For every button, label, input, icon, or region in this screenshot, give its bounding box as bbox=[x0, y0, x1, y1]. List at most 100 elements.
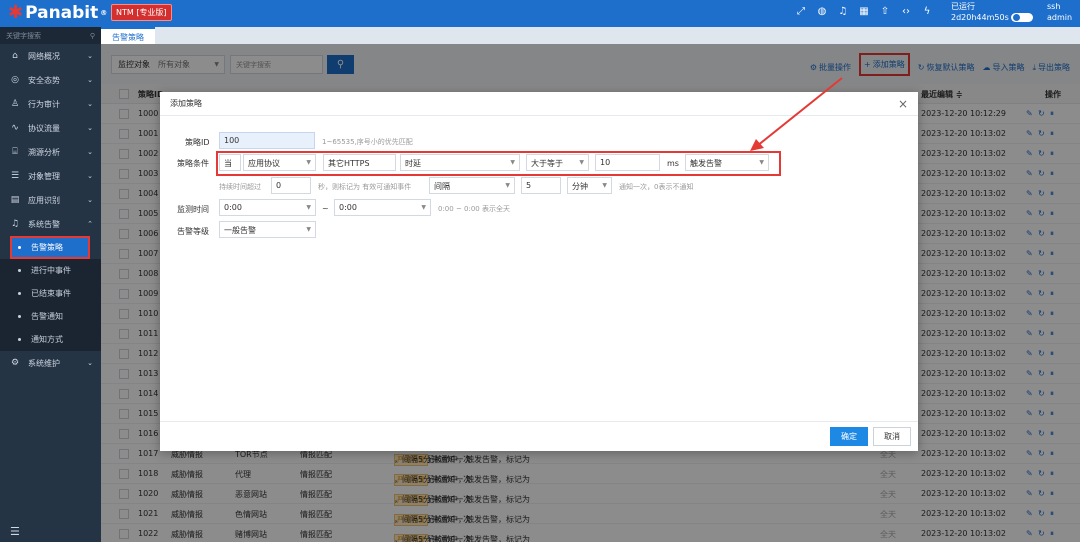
sidebar-search-input[interactable]: 关键字搜索 bbox=[6, 31, 41, 41]
home-icon: ⌂ bbox=[12, 51, 18, 61]
sidebar-item-label: 网络概况 bbox=[28, 51, 60, 61]
chevron-down-icon: ⌄ bbox=[87, 76, 93, 84]
close-icon[interactable]: × bbox=[898, 92, 908, 116]
sidebar-item-traffic[interactable]: ∿ 协议流量 ⌄ bbox=[0, 116, 101, 140]
sidebar-item-label: 系统告警 bbox=[28, 219, 60, 229]
policy-id-hint: 1~65535,序号小的优先匹配 bbox=[322, 138, 413, 146]
logo-star-icon: ✱ bbox=[8, 2, 24, 23]
bell-icon[interactable]: ♫ bbox=[837, 6, 849, 17]
bullet-icon bbox=[18, 315, 21, 318]
cancel-button[interactable]: 取消 bbox=[873, 427, 911, 446]
sidebar-subitem-notices[interactable]: 告警通知 bbox=[0, 305, 101, 328]
sidebar-subitem-label: 进行中事件 bbox=[31, 266, 71, 275]
tab-alert-policy[interactable]: 告警策略 bbox=[101, 27, 155, 44]
sidebar-item-label: 应用识别 bbox=[28, 195, 60, 205]
interval-mode-select[interactable]: 间隔 ▼ bbox=[429, 177, 515, 194]
condition-type-select[interactable]: 应用协议 ▼ bbox=[243, 154, 316, 171]
code-icon[interactable]: ‹› bbox=[900, 6, 912, 17]
chevron-down-icon: ⌄ bbox=[87, 196, 93, 204]
caret-down-icon: ▼ bbox=[579, 159, 584, 166]
search-icon[interactable]: ⚲ bbox=[90, 32, 95, 40]
sidebar-subitem-label: 已结束事件 bbox=[31, 289, 71, 298]
condition-action-select[interactable]: 触发告警 ▼ bbox=[685, 154, 769, 171]
app-logo[interactable]: ✱ Panabit ® bbox=[8, 2, 107, 23]
policy-id-label: 策略ID bbox=[185, 138, 210, 147]
caret-down-icon: ▼ bbox=[602, 182, 607, 189]
sidebar-item-overview[interactable]: ⌂ 网络概况 ⌄ bbox=[0, 44, 101, 68]
monitor-time-hint: 0:00 ~ 0:00 表示全天 bbox=[438, 205, 510, 213]
chevron-down-icon: ⌄ bbox=[87, 148, 93, 156]
sidebar-subitem-label: 通知方式 bbox=[31, 335, 63, 344]
tab-bar: 告警策略 bbox=[101, 27, 1080, 44]
sidebar-item-maintenance[interactable]: ⚙ 系统维护 ⌄ bbox=[0, 351, 101, 375]
condition-action-value: 触发告警 bbox=[690, 159, 722, 168]
monitor-to-select[interactable]: 0:00 ▼ bbox=[334, 199, 431, 216]
condition-app-input[interactable]: 其它HTTPS bbox=[323, 154, 396, 171]
sidebar-item-label: 协议流量 bbox=[28, 123, 60, 133]
chevron-down-icon: ⌄ bbox=[87, 172, 93, 180]
interval-value-input[interactable]: 5 bbox=[521, 177, 561, 194]
power-icon[interactable]: ϟ bbox=[921, 6, 933, 17]
uptime-label: 已运行 bbox=[951, 2, 975, 11]
duration-input[interactable]: 0 bbox=[271, 177, 311, 194]
globe-icon: ◎ bbox=[11, 75, 19, 85]
user-protocol: ssh bbox=[1047, 2, 1061, 11]
bullet-icon bbox=[18, 338, 21, 341]
caret-down-icon: ▼ bbox=[505, 182, 510, 189]
layout-icon[interactable]: ▦ bbox=[858, 6, 870, 17]
condition-type-value: 应用协议 bbox=[248, 159, 280, 168]
confirm-button[interactable]: 确定 bbox=[830, 427, 868, 446]
sidebar-item-apps[interactable]: ▤ 应用识别 ⌄ bbox=[0, 188, 101, 212]
monitor-from-select[interactable]: 0:00 ▼ bbox=[219, 199, 316, 216]
sidebar-item-label: 行为审计 bbox=[28, 99, 60, 109]
sidebar-subitem-ended[interactable]: 已结束事件 bbox=[0, 282, 101, 305]
alert-level-select[interactable]: 一般告警 ▼ bbox=[219, 221, 316, 238]
sidebar-item-alerts[interactable]: ♫ 系统告警 ⌃ bbox=[0, 212, 101, 236]
theme-toggle[interactable] bbox=[1011, 13, 1033, 22]
interval-unit-value: 分钟 bbox=[572, 182, 588, 191]
condition-label: 策略条件 bbox=[177, 159, 209, 168]
sidebar-subitem-ongoing[interactable]: 进行中事件 bbox=[0, 259, 101, 282]
user-info[interactable]: ssh admin bbox=[1047, 1, 1072, 23]
condition-operator-select[interactable]: 大于等于 ▼ bbox=[526, 154, 589, 171]
sidebar-item-label: 溯源分析 bbox=[28, 147, 60, 157]
caret-down-icon: ▼ bbox=[421, 204, 426, 211]
chat-icon[interactable]: ◍ bbox=[816, 6, 828, 17]
condition-metric-select[interactable]: 时延 ▼ bbox=[400, 154, 520, 171]
caret-down-icon: ▼ bbox=[306, 159, 311, 166]
sidebar-item-objects[interactable]: ☰ 对象管理 ⌄ bbox=[0, 164, 101, 188]
sidebar-item-label: 安全态势 bbox=[28, 75, 60, 85]
sidebar-subitem-label: 告警通知 bbox=[31, 312, 63, 321]
monitor-time-label: 监测时间 bbox=[177, 205, 209, 214]
sidebar-item-audit[interactable]: ♙ 行为审计 ⌄ bbox=[0, 92, 101, 116]
uptime-display: 已运行 2d20h44m50s bbox=[951, 1, 1009, 23]
alert-level-label: 告警等级 bbox=[177, 227, 209, 236]
when-prefix: 当 bbox=[219, 154, 241, 171]
bank-icon: ⌸ bbox=[12, 147, 18, 157]
upload-icon[interactable]: ⇧ bbox=[879, 6, 891, 17]
policy-id-input[interactable]: 100 bbox=[219, 132, 315, 149]
sidebar-subitem-methods[interactable]: 通知方式 bbox=[0, 328, 101, 351]
bell-icon: ♫ bbox=[10, 219, 20, 229]
sidebar-search[interactable]: 关键字搜索 ⚲ bbox=[0, 27, 101, 44]
menu-toggle-icon[interactable]: ☰ bbox=[10, 525, 20, 538]
fullscreen-icon[interactable]: ⤢ bbox=[795, 6, 807, 17]
logo-registered-mark: ® bbox=[100, 8, 108, 17]
logo-text: Panabit bbox=[25, 2, 99, 23]
monitor-from-value: 0:00 bbox=[224, 203, 242, 212]
condition-metric-value: 时延 bbox=[405, 159, 421, 168]
chevron-down-icon: ⌄ bbox=[87, 359, 93, 367]
top-icon-bar: ⤢ ◍ ♫ ▦ ⇧ ‹› ϟ bbox=[795, 6, 933, 17]
sidebar-subitem-alert-policy[interactable]: 告警策略 bbox=[10, 236, 90, 259]
caret-down-icon: ▼ bbox=[510, 159, 515, 166]
interval-unit-select[interactable]: 分钟 ▼ bbox=[567, 177, 612, 194]
edition-badge: NTM [专业版] bbox=[111, 4, 172, 21]
top-bar: ✱ Panabit ® NTM [专业版] ⤢ ◍ ♫ ▦ ⇧ ‹› ϟ 已运行… bbox=[0, 0, 1080, 27]
dialog-header: 添加策略 × bbox=[160, 92, 918, 116]
pulse-icon: ∿ bbox=[11, 123, 19, 133]
sidebar-item-security[interactable]: ◎ 安全态势 ⌄ bbox=[0, 68, 101, 92]
bullet-icon bbox=[18, 246, 21, 249]
sidebar-item-trace[interactable]: ⌸ 溯源分析 ⌄ bbox=[0, 140, 101, 164]
condition-value-input[interactable]: 10 bbox=[595, 154, 660, 171]
gear-icon: ⚙ bbox=[10, 358, 20, 368]
